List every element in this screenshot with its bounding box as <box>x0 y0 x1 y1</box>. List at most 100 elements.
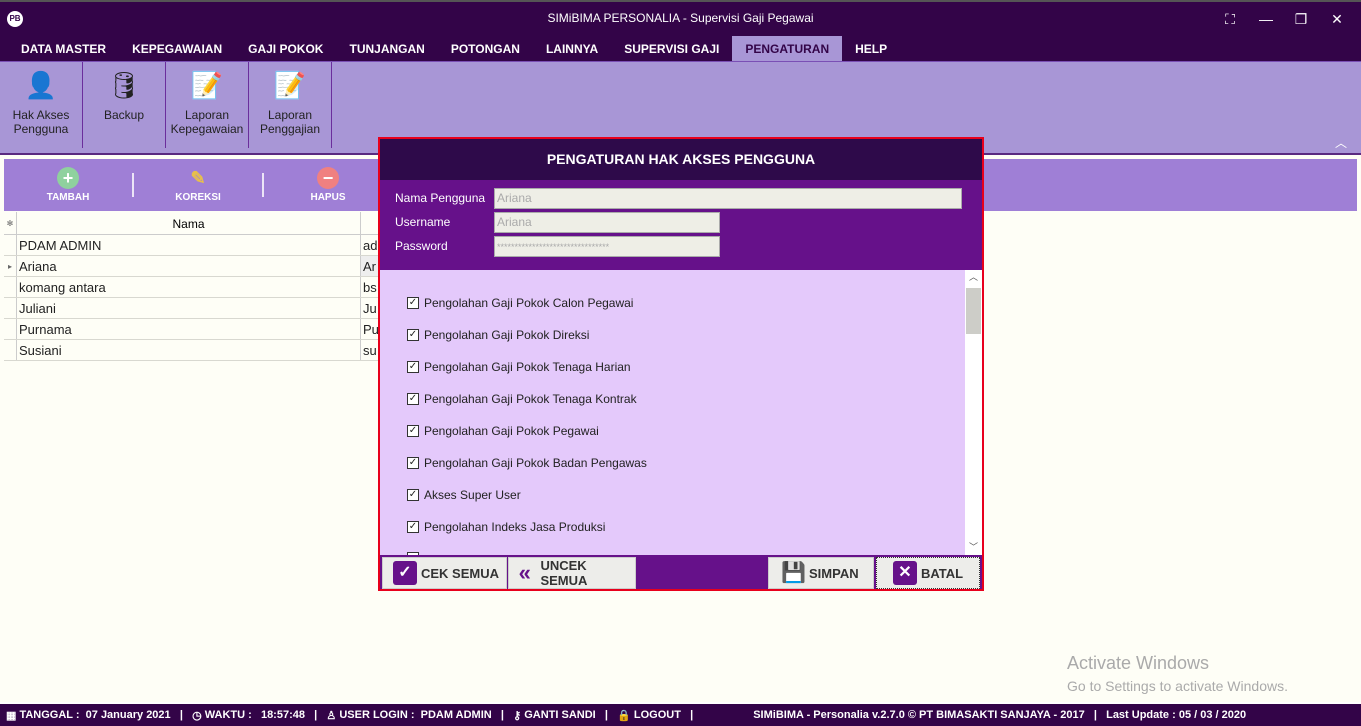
menu-help[interactable]: HELP <box>842 36 900 61</box>
table-row[interactable]: ▸ Ariana Ar <box>4 256 384 277</box>
floppy-disk-icon: 💾 <box>781 562 806 584</box>
scroll-up-icon[interactable]: ︿ <box>965 270 982 283</box>
row-indicator <box>4 298 17 318</box>
menu-lainnya[interactable]: LAINNYA <box>533 36 611 61</box>
checkbox-icon[interactable] <box>407 552 419 555</box>
uncheck-all-label: UNCEK SEMUA <box>540 558 588 588</box>
permission-label: Pengolahan Gaji Pokok Direksi <box>424 328 590 342</box>
scrollbar[interactable]: ︿ ﹀ <box>965 270 982 555</box>
key-icon[interactable]: ⚷ <box>504 709 524 722</box>
ribbon-label: Backup <box>103 108 145 122</box>
table-row[interactable]: Purnama Pu <box>4 319 384 340</box>
minus-icon: − <box>317 167 339 189</box>
checkbox-checked-icon[interactable]: ✓ <box>407 489 419 501</box>
ribbon-button-2[interactable]: 📝 Laporan Kepegawaian <box>166 62 249 148</box>
divider <box>262 173 264 197</box>
check-all-label: CEK SEMUA <box>421 565 500 581</box>
permission-checkbox[interactable]: ✓ Pengolahan Gaji Pokok Tenaga Harian <box>407 360 631 374</box>
minimize-button[interactable]: — <box>1254 8 1278 30</box>
checkbox-checked-icon[interactable]: ✓ <box>407 361 419 373</box>
ribbon-button-3[interactable]: 📝 Laporan Penggajian <box>249 62 332 148</box>
permission-label: Pengolahan Gaji Pokok Pegawai <box>424 424 599 438</box>
menu-potongan[interactable]: POTONGAN <box>438 36 533 61</box>
table-row[interactable]: komang antara bs <box>4 277 384 298</box>
calendar-icon: ▦ <box>6 709 20 722</box>
permission-label: Pengolahan Gaji Pokok Tenaga Kontrak <box>424 392 637 406</box>
permission-checkbox[interactable] <box>407 552 424 555</box>
checkbox-checked-icon[interactable]: ✓ <box>407 425 419 437</box>
check-all-button[interactable]: ✓ CEK SEMUA <box>382 557 507 589</box>
lock-icon[interactable]: 🔒 <box>608 709 634 722</box>
close-button[interactable]: ✕ <box>1325 8 1349 30</box>
username-label: Username <box>395 215 451 229</box>
menu-gaji-pokok[interactable]: GAJI POKOK <box>235 36 336 61</box>
ribbon-label: Laporan <box>267 108 313 122</box>
password-label: Password <box>395 239 448 253</box>
cancel-label: BATAL <box>921 565 964 581</box>
permission-checkbox[interactable]: ✓ Pengolahan Indeks Jasa Produksi <box>407 520 605 534</box>
status-version: SIMiBIMA - Personalia v.2.7.0 © PT BIMAS… <box>753 709 1247 721</box>
table-row[interactable]: Susiani su <box>4 340 384 361</box>
save-button[interactable]: 💾 SIMPAN <box>768 557 874 589</box>
watermark-title: Activate Windows <box>1067 653 1210 673</box>
password-field[interactable]: ******************************** <box>494 236 720 257</box>
uncheck-all-button[interactable]: « UNCEK SEMUA <box>508 557 636 589</box>
fullscreen-button[interactable]: ⛶ <box>1218 8 1242 30</box>
menu-kepegawaian[interactable]: KEPEGAWAIAN <box>119 36 235 61</box>
edit-button[interactable]: ✎ KOREKSI <box>134 167 262 203</box>
menu-pengaturan[interactable]: PENGATURAN <box>732 36 843 61</box>
scroll-thumb[interactable] <box>966 288 981 334</box>
plus-icon: + <box>57 167 79 189</box>
add-button[interactable]: + TAMBAH <box>4 167 132 203</box>
current-row-icon: ▸ <box>4 256 17 276</box>
cell-nama: komang antara <box>17 277 361 297</box>
delete-button[interactable]: − HAPUS <box>264 167 392 203</box>
permission-checkbox[interactable]: ✓ Pengolahan Gaji Pokok Pegawai <box>407 424 599 438</box>
ribbon-label: Kepegawaian <box>170 122 244 136</box>
collapse-ribbon-icon[interactable]: ︿ <box>1335 134 1347 151</box>
menu-supervisi-gaji[interactable]: SUPERVISI GAJI <box>611 36 732 61</box>
logout-link[interactable]: LOGOUT | <box>634 709 693 721</box>
table-row[interactable]: Juliani Ju <box>4 298 384 319</box>
user-icon: ♙ <box>317 709 340 722</box>
menu-tunjangan[interactable]: TUNJANGAN <box>336 36 437 61</box>
permission-label: Pengolahan Gaji Pokok Badan Pengawas <box>424 456 647 470</box>
x-icon: ✕ <box>893 561 917 585</box>
nama-field[interactable]: Ariana <box>494 188 962 209</box>
change-password-link[interactable]: GANTI SANDI | <box>524 709 608 721</box>
delete-label: HAPUS <box>310 192 346 203</box>
checkbox-checked-icon[interactable]: ✓ <box>407 457 419 469</box>
row-indicator <box>4 235 17 255</box>
column-header-nama[interactable]: Nama <box>17 212 361 234</box>
permission-label: Pengolahan Gaji Pokok Calon Pegawai <box>424 296 634 310</box>
cell-nama: Purnama <box>17 319 361 339</box>
permission-label: Pengolahan Indeks Jasa Produksi <box>424 520 606 534</box>
checkbox-checked-icon[interactable]: ✓ <box>407 393 419 405</box>
new-row-icon: ✻ <box>4 212 17 234</box>
permission-checkbox[interactable]: ✓ Pengolahan Gaji Pokok Calon Pegawai <box>407 296 633 310</box>
checkbox-checked-icon[interactable]: ✓ <box>407 329 419 341</box>
menu-bar: DATA MASTER KEPEGAWAIAN GAJI POKOK TUNJANGA… <box>0 36 1361 61</box>
cancel-button[interactable]: ✕ BATAL <box>876 557 980 589</box>
permission-checkbox[interactable]: ✓ Pengolahan Gaji Pokok Tenaga Kontrak <box>407 392 637 406</box>
ribbon-button-0[interactable]: 👤 Hak Akses Pengguna <box>0 62 83 148</box>
ribbon-label: Pengguna <box>13 122 69 136</box>
status-user: USER LOGIN : PDAM ADMIN | <box>339 709 504 721</box>
double-chevron-left-icon: « <box>518 560 531 585</box>
table-row[interactable]: PDAM ADMIN ad <box>4 235 384 256</box>
permission-checkbox[interactable]: ✓ Akses Super User <box>407 488 521 502</box>
edit-label: KOREKSI <box>175 192 221 203</box>
permission-checkbox[interactable]: ✓ Pengolahan Gaji Pokok Badan Pengawas <box>407 456 647 470</box>
username-field[interactable]: Ariana <box>494 212 720 233</box>
ribbon-label: Hak Akses <box>12 108 70 122</box>
ribbon-button-1[interactable]: 🛢 Backup <box>83 62 166 148</box>
checkbox-checked-icon[interactable]: ✓ <box>407 521 419 533</box>
cell-nama: Ariana <box>17 256 361 276</box>
menu-data-master[interactable]: DATA MASTER <box>8 36 119 61</box>
permission-list: ︿ ﹀ ✓ Pengolahan Gaji Pokok Calon Pegawai… <box>380 270 982 555</box>
scroll-down-icon[interactable]: ﹀ <box>965 540 982 553</box>
permission-checkbox[interactable]: ✓ Pengolahan Gaji Pokok Direksi <box>407 328 589 342</box>
dialog-title: PENGATURAN HAK AKSES PENGGUNA <box>380 139 982 180</box>
restore-button[interactable]: ❐ <box>1289 8 1313 30</box>
checkbox-checked-icon[interactable]: ✓ <box>407 297 419 309</box>
